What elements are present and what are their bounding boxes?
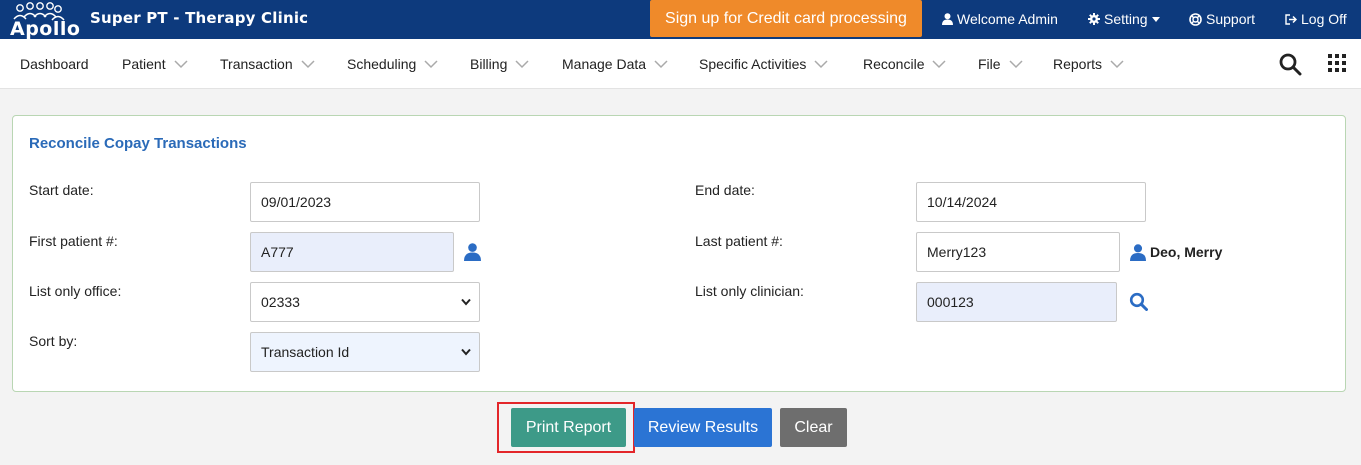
office-select[interactable]: 02333 (250, 282, 480, 322)
clear-button[interactable]: Clear (780, 408, 847, 447)
nav-scheduling[interactable]: Scheduling (347, 56, 438, 72)
apps-grid-icon[interactable] (1328, 54, 1346, 72)
chevron-down-icon (515, 59, 529, 68)
nav-manage-data[interactable]: Manage Data (562, 56, 668, 72)
nav-item-label: Scheduling (347, 56, 417, 72)
patient-lookup-icon[interactable] (464, 243, 481, 261)
page-title: Reconcile Copay Transactions (29, 135, 247, 152)
first-patient-label: First patient #: (29, 233, 118, 249)
clinic-name: Super PT - Therapy Clinic (90, 9, 309, 27)
chevron-down-icon (461, 298, 471, 306)
nav-item-label: Reports (1053, 56, 1103, 72)
caret-down-icon (1151, 16, 1160, 22)
chevron-down-icon (424, 59, 438, 68)
support-link[interactable]: Support (1189, 11, 1255, 27)
chevron-down-icon (461, 348, 471, 356)
main-nav: Dashboard Patient Transaction Scheduling… (0, 39, 1361, 89)
nav-reconcile[interactable]: Reconcile (863, 56, 947, 72)
nav-item-label: Manage Data (562, 56, 647, 72)
setting-menu[interactable]: Setting (1088, 11, 1160, 27)
end-date-label: End date: (695, 182, 755, 198)
start-date-value: 09/01/2023 (261, 194, 332, 210)
first-patient-value: A777 (261, 244, 294, 260)
nav-reports[interactable]: Reports (1053, 56, 1124, 72)
nav-patient[interactable]: Patient (122, 56, 188, 72)
nav-item-label: Specific Activities (699, 56, 807, 72)
chevron-down-icon (174, 59, 188, 68)
user-icon (942, 13, 953, 25)
print-report-button[interactable]: Print Report (511, 408, 626, 447)
log-off-link[interactable]: Log Off (1285, 11, 1347, 27)
clinician-search-icon[interactable] (1129, 292, 1148, 311)
top-bar: Apollo Super PT - Therapy Clinic Sign up… (0, 0, 1361, 40)
nav-item-label: Patient (122, 56, 166, 72)
office-value: 02333 (261, 294, 300, 310)
end-date-value: 10/14/2024 (927, 194, 998, 210)
clinician-input[interactable]: 000123 (916, 282, 1117, 322)
nav-transaction[interactable]: Transaction (220, 56, 315, 72)
nav-item-label: Reconcile (863, 56, 925, 72)
welcome-label: Welcome Admin (957, 11, 1058, 27)
review-results-button[interactable]: Review Results (634, 408, 772, 447)
sort-by-label: Sort by: (29, 333, 78, 349)
first-patient-input[interactable]: A777 (250, 232, 454, 272)
sign-out-icon (1285, 13, 1297, 25)
search-icon[interactable] (1278, 52, 1302, 76)
last-patient-input[interactable]: Merry123 (916, 232, 1120, 272)
log-off-label: Log Off (1301, 11, 1347, 27)
nav-item-label: Transaction (220, 56, 293, 72)
sort-by-value: Transaction Id (261, 344, 350, 360)
nav-file[interactable]: File (978, 56, 1023, 72)
sort-by-select[interactable]: Transaction Id (250, 332, 480, 372)
setting-label: Setting (1104, 11, 1148, 27)
chevron-down-icon (1110, 59, 1124, 68)
nav-item-label: Billing (470, 56, 508, 72)
lifebuoy-icon (1189, 12, 1202, 26)
chevron-down-icon (654, 59, 668, 68)
chevron-down-icon (1009, 59, 1023, 68)
nav-billing[interactable]: Billing (470, 56, 529, 72)
nav-dashboard[interactable]: Dashboard (20, 56, 89, 72)
last-patient-label: Last patient #: (695, 233, 783, 249)
apollo-logo[interactable]: Apollo (8, 1, 80, 40)
nav-item-label: Dashboard (20, 56, 89, 72)
start-date-label: Start date: (29, 182, 94, 198)
welcome-admin-link[interactable]: Welcome Admin (942, 11, 1058, 27)
nav-item-label: File (978, 56, 1001, 72)
credit-card-signup-button[interactable]: Sign up for Credit card processing (650, 0, 922, 37)
end-date-input[interactable]: 10/14/2024 (916, 182, 1146, 222)
last-patient-value: Merry123 (927, 244, 987, 260)
start-date-input[interactable]: 09/01/2023 (250, 182, 480, 222)
nav-specific-activities[interactable]: Specific Activities (699, 56, 828, 72)
chevron-down-icon (301, 59, 315, 68)
reconcile-copay-panel: Reconcile Copay Transactions Start date:… (12, 115, 1346, 392)
gear-icon (1088, 13, 1100, 25)
support-label: Support (1206, 11, 1256, 27)
chevron-down-icon (932, 59, 947, 68)
clinician-label: List only clinician: (695, 283, 804, 299)
chevron-down-icon (814, 59, 828, 68)
office-label: List only office: (29, 283, 122, 299)
logo-text: Apollo (10, 18, 81, 40)
clinician-value: 000123 (927, 294, 974, 310)
patient-lookup-icon[interactable] (1130, 244, 1146, 261)
last-patient-name: Deo, Merry (1150, 244, 1223, 260)
